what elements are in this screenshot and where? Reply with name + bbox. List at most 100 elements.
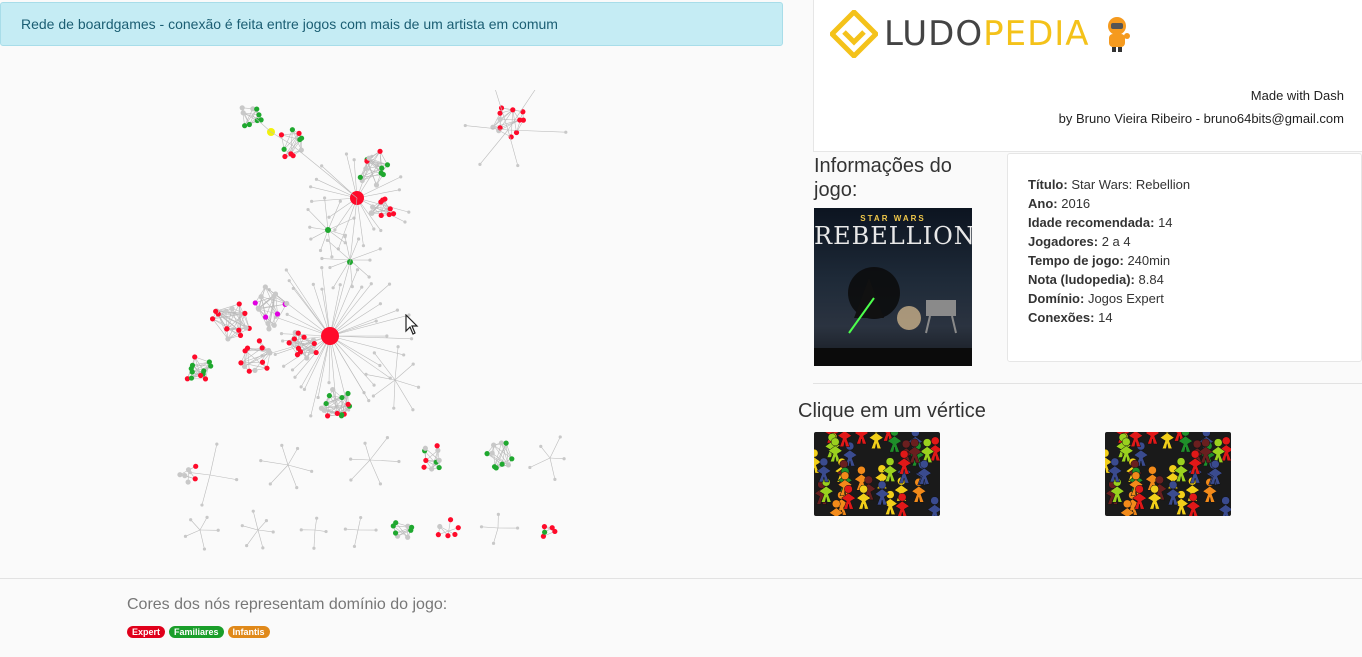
graph-node[interactable] [312, 546, 316, 550]
graph-node[interactable] [324, 529, 328, 534]
graph-node[interactable] [491, 442, 497, 448]
graph-node[interactable] [429, 466, 435, 472]
graph-node[interactable] [372, 351, 376, 355]
graph-node[interactable] [202, 376, 209, 382]
graph-node[interactable] [272, 291, 279, 297]
graph-node[interactable] [553, 477, 557, 481]
graph-node[interactable] [245, 544, 249, 548]
graph-node[interactable] [447, 517, 454, 523]
graph-node[interactable] [330, 386, 336, 393]
graph-node[interactable] [371, 394, 376, 398]
graph-node[interactable] [423, 457, 429, 464]
graph-node[interactable] [315, 516, 319, 520]
graph-node[interactable] [396, 345, 400, 349]
graph-node[interactable] [192, 354, 198, 360]
graph-node[interactable] [360, 285, 364, 289]
graph-node[interactable] [357, 174, 363, 180]
graph-node[interactable] [338, 199, 342, 203]
graph-node[interactable] [327, 215, 331, 219]
graph-node[interactable] [411, 362, 415, 366]
graph-node[interactable] [256, 112, 262, 118]
graph-node[interactable] [278, 132, 285, 138]
graph-node[interactable] [239, 105, 245, 111]
graph-node[interactable] [378, 247, 382, 251]
graph-node[interactable] [402, 353, 406, 357]
graph-node[interactable] [367, 275, 371, 279]
graph-node[interactable] [254, 117, 260, 124]
graph-node[interactable] [290, 368, 295, 372]
graph-node[interactable] [363, 166, 369, 172]
graph-node[interactable] [490, 124, 496, 130]
graph-node[interactable] [405, 534, 411, 540]
graph-node[interactable] [516, 163, 520, 168]
graph-node[interactable] [310, 469, 314, 473]
graph-node[interactable] [197, 372, 204, 379]
graph-node[interactable] [254, 106, 260, 112]
graph-node[interactable] [311, 282, 315, 286]
graph-node[interactable] [558, 435, 562, 439]
graph-node[interactable] [235, 478, 239, 482]
graph-node[interactable] [326, 393, 332, 399]
graph-node[interactable] [513, 129, 520, 136]
graph-node[interactable] [352, 158, 356, 162]
graph-node[interactable] [345, 401, 351, 407]
graph-node[interactable] [284, 300, 290, 307]
graph-node[interactable] [436, 457, 442, 463]
graph-node[interactable] [271, 530, 275, 534]
graph-node[interactable] [213, 308, 219, 314]
graph-node[interactable] [330, 255, 334, 259]
graph-node[interactable] [242, 348, 248, 354]
graph-node[interactable] [285, 312, 289, 317]
graph-node[interactable] [370, 204, 376, 210]
graph-node[interactable] [318, 405, 325, 411]
graph-node[interactable] [374, 528, 378, 532]
graph-node[interactable] [223, 308, 229, 315]
graph-node[interactable] [374, 319, 378, 323]
graph-node[interactable] [498, 440, 505, 446]
graph-node[interactable] [192, 476, 198, 482]
graph-node[interactable] [411, 408, 415, 412]
graph-node[interactable] [366, 155, 372, 161]
graph-node[interactable] [455, 525, 461, 531]
graph-node[interactable] [435, 447, 441, 453]
graph-node[interactable] [282, 153, 288, 160]
graph-node[interactable] [251, 509, 255, 513]
graph-node[interactable] [258, 294, 264, 300]
graph-node[interactable] [295, 345, 302, 351]
graph-node[interactable] [185, 479, 191, 485]
graph-node[interactable] [409, 524, 415, 530]
graph-node[interactable] [355, 268, 360, 272]
graph-node[interactable] [299, 385, 303, 389]
graph-node[interactable] [357, 237, 361, 241]
graph-node[interactable] [261, 546, 265, 550]
graph-node[interactable] [345, 390, 351, 397]
graph-node[interactable] [377, 148, 383, 154]
graph-node[interactable] [390, 211, 397, 217]
graph-node[interactable] [193, 463, 199, 469]
graph-node[interactable] [280, 443, 284, 447]
graph-node[interactable] [291, 336, 297, 342]
graph-node[interactable] [265, 347, 272, 354]
graph-node[interactable] [379, 165, 385, 171]
graph-node[interactable] [409, 337, 414, 341]
graph-node[interactable] [489, 450, 495, 456]
graph-node[interactable] [436, 464, 442, 471]
graph-node[interactable] [359, 515, 363, 520]
graph-node[interactable] [496, 512, 500, 516]
graph-node[interactable] [445, 533, 451, 539]
network-graph[interactable] [170, 90, 590, 560]
graph-node[interactable] [349, 457, 353, 461]
graph-node[interactable] [298, 147, 304, 153]
graph-node[interactable] [385, 436, 390, 440]
graph-node[interactable] [229, 305, 235, 312]
graph-node[interactable] [286, 340, 292, 346]
graph-node[interactable] [299, 528, 303, 532]
graph-node[interactable] [327, 381, 331, 385]
graph-node[interactable] [349, 478, 353, 482]
graph-node[interactable] [281, 146, 287, 152]
graph-node[interactable] [296, 130, 302, 137]
graph-node[interactable] [293, 375, 297, 379]
graph-node[interactable] [295, 486, 299, 490]
graph-node[interactable] [268, 482, 272, 486]
graph-node[interactable] [325, 238, 330, 242]
